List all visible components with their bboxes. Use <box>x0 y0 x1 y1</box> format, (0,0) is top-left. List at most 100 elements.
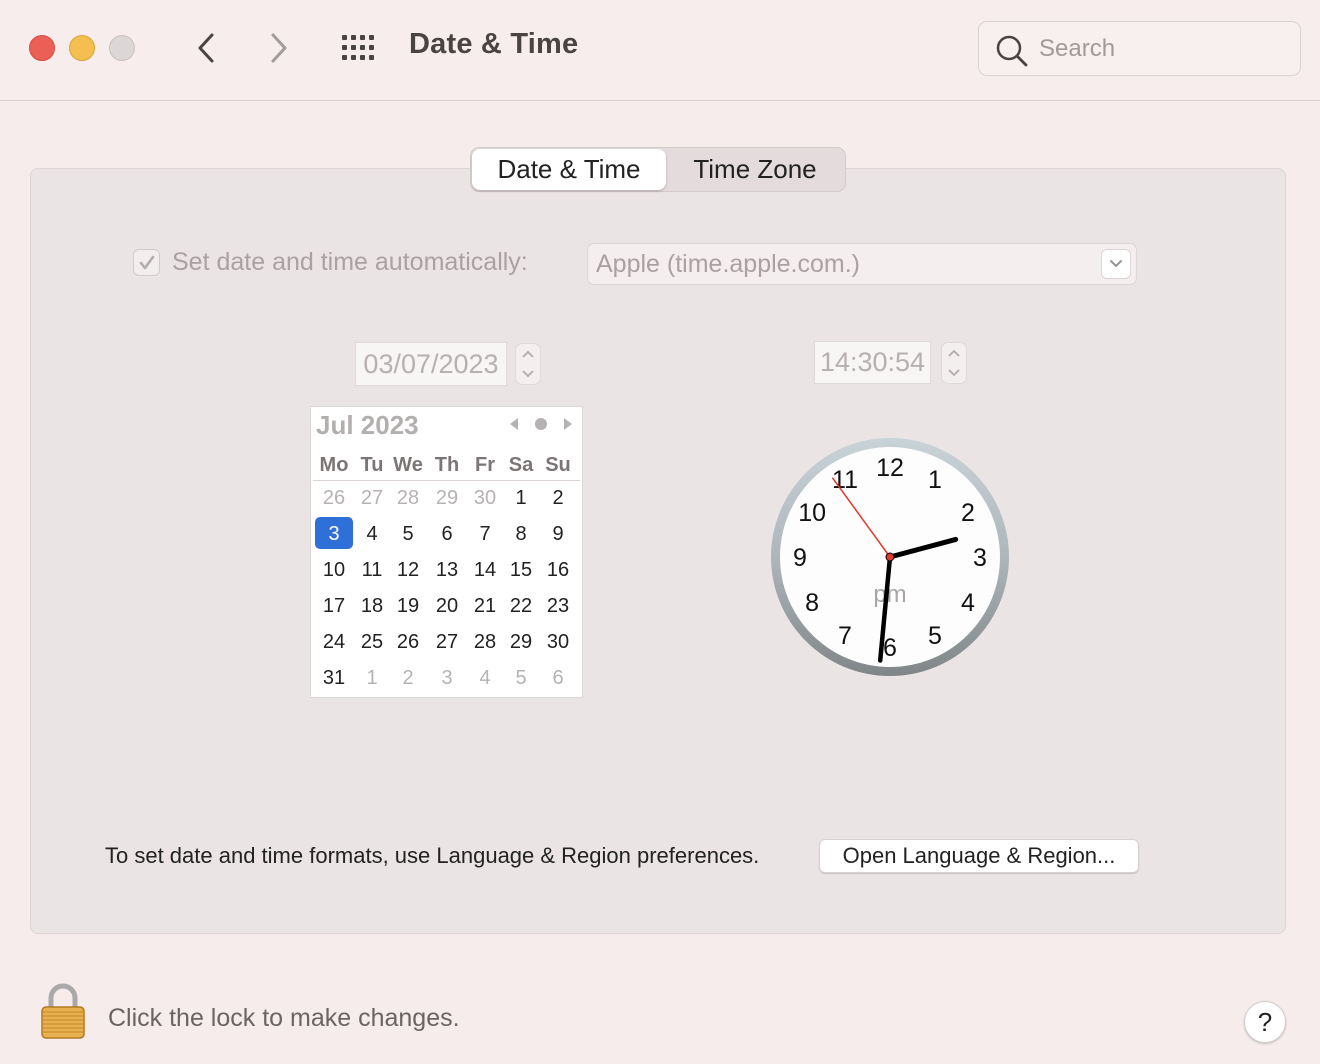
search-box[interactable] <box>978 21 1301 76</box>
clock-numeral: 5 <box>928 622 942 650</box>
date-stepper[interactable] <box>515 343 541 385</box>
weekday-sa: Sa <box>508 454 534 476</box>
calendar-day[interactable]: 10 <box>315 559 353 582</box>
clock-numeral: 1 <box>928 466 942 494</box>
calendar-day[interactable]: 19 <box>389 595 427 618</box>
date-field[interactable]: 03/07/2023 <box>355 342 507 386</box>
chevron-up-icon[interactable] <box>947 348 961 358</box>
calendar-day[interactable]: 14 <box>466 559 504 582</box>
time-server-select[interactable]: Apple (time.apple.com.) <box>587 243 1137 285</box>
calendar-day[interactable]: 24 <box>315 631 353 654</box>
lock-status-text: Click the lock to make changes. <box>108 1004 460 1032</box>
chevron-up-icon[interactable] <box>521 349 535 359</box>
calendar-day[interactable]: 2 <box>539 487 577 510</box>
show-all-grid-icon[interactable] <box>340 34 380 62</box>
calendar-day[interactable]: 13 <box>428 559 466 582</box>
calendar-day[interactable]: 4 <box>466 667 504 690</box>
time-stepper[interactable] <box>941 342 967 384</box>
search-input[interactable] <box>1039 32 1289 66</box>
search-icon <box>996 35 1028 67</box>
calendar-day[interactable]: 18 <box>353 595 391 618</box>
time-field[interactable]: 14:30:54 <box>814 341 931 384</box>
minimize-button[interactable] <box>69 35 95 61</box>
calendar-day[interactable]: 29 <box>428 487 466 510</box>
clock-period-label: pm <box>873 581 906 608</box>
calendar-day[interactable]: 28 <box>389 487 427 510</box>
lock-icon[interactable] <box>38 982 88 1040</box>
calendar-nav <box>508 417 574 431</box>
calendar-day[interactable]: 5 <box>502 667 540 690</box>
title-bar: Date & Time <box>0 0 1320 101</box>
clock-numeral: 4 <box>961 589 975 617</box>
calendar-day[interactable]: 21 <box>466 595 504 618</box>
chevron-right-icon <box>271 33 287 63</box>
clock-numeral: 10 <box>798 499 826 527</box>
back-button[interactable] <box>191 30 221 66</box>
calendar-day[interactable]: 30 <box>466 487 504 510</box>
weekday-fr: Fr <box>475 454 495 476</box>
calendar-day[interactable]: 25 <box>353 631 391 654</box>
weekday-mo: Mo <box>319 454 349 476</box>
analog-clock: 12 12 3 45 6 78 9 1011 pm <box>771 438 1009 676</box>
clock-numeral: 9 <box>793 544 807 572</box>
today-dot-icon[interactable] <box>534 417 548 431</box>
calendar-month-label: Jul 2023 <box>316 410 419 440</box>
calendar-day[interactable]: 17 <box>315 595 353 618</box>
calendar-day[interactable]: 1 <box>502 487 540 510</box>
open-language-region-button[interactable]: Open Language & Region... <box>819 839 1139 873</box>
weekday-su: Su <box>545 454 571 476</box>
auto-time-checkbox[interactable] <box>133 249 160 276</box>
calendar-day[interactable]: 12 <box>389 559 427 582</box>
format-hint-text: To set date and time formats, use Langua… <box>105 843 760 868</box>
chevron-down-icon[interactable] <box>947 368 961 378</box>
calendar-day[interactable]: 2 <box>389 667 427 690</box>
calendar-day[interactable]: 26 <box>315 487 353 510</box>
clock-numeral: 11 <box>832 466 858 494</box>
calendar-day[interactable]: 27 <box>428 631 466 654</box>
calendar-day[interactable]: 16 <box>539 559 577 582</box>
calendar-day[interactable]: 7 <box>466 523 504 546</box>
clock-center-pin <box>885 552 895 562</box>
time-server-value: Apple (time.apple.com.) <box>596 250 861 278</box>
calendar-day[interactable]: 29 <box>502 631 540 654</box>
next-month-icon[interactable] <box>562 417 574 431</box>
tab-bar: Date & Time Time Zone <box>470 147 846 192</box>
calendar-day[interactable]: 6 <box>539 667 577 690</box>
calendar-day[interactable]: 4 <box>353 523 391 546</box>
calendar-day[interactable]: 5 <box>389 523 427 546</box>
calendar-day[interactable]: 11 <box>353 559 391 582</box>
window-title: Date & Time <box>409 28 579 60</box>
previous-month-icon[interactable] <box>508 417 520 431</box>
calendar-day[interactable]: 22 <box>502 595 540 618</box>
calendar-day[interactable]: 27 <box>353 487 391 510</box>
checkmark-icon <box>139 255 154 269</box>
clock-numeral: 3 <box>973 544 987 572</box>
tab-date-time[interactable]: Date & Time <box>472 149 666 190</box>
close-button[interactable] <box>29 35 55 61</box>
zoom-button <box>109 35 135 61</box>
calendar-day[interactable]: 28 <box>466 631 504 654</box>
calendar-day[interactable]: 3 <box>428 667 466 690</box>
chevron-left-icon <box>198 33 214 63</box>
clock-numeral: 2 <box>961 499 975 527</box>
month-calendar[interactable]: Jul 2023 Mo Tu We Th Fr Sa Su 26 27 28 29 30 1 2 3 4 5 6… <box>310 406 583 698</box>
clock-numeral: 8 <box>805 589 819 617</box>
calendar-day[interactable]: 1 <box>353 667 391 690</box>
calendar-day[interactable]: 31 <box>315 667 353 690</box>
calendar-day[interactable]: 3 <box>315 523 353 546</box>
forward-button[interactable] <box>264 30 294 66</box>
tab-time-zone[interactable]: Time Zone <box>666 149 844 190</box>
calendar-weekday-header: Mo Tu We Th Fr Sa Su <box>313 451 580 481</box>
weekday-we: We <box>393 454 423 476</box>
calendar-day[interactable]: 9 <box>539 523 577 546</box>
calendar-day[interactable]: 23 <box>539 595 577 618</box>
weekday-tu: Tu <box>360 454 384 476</box>
calendar-day[interactable]: 15 <box>502 559 540 582</box>
calendar-day[interactable]: 20 <box>428 595 466 618</box>
calendar-day[interactable]: 26 <box>389 631 427 654</box>
calendar-day[interactable]: 8 <box>502 523 540 546</box>
help-button[interactable]: ? <box>1244 1001 1286 1043</box>
calendar-day[interactable]: 30 <box>539 631 577 654</box>
calendar-day[interactable]: 6 <box>428 523 466 546</box>
chevron-down-icon[interactable] <box>521 369 535 379</box>
